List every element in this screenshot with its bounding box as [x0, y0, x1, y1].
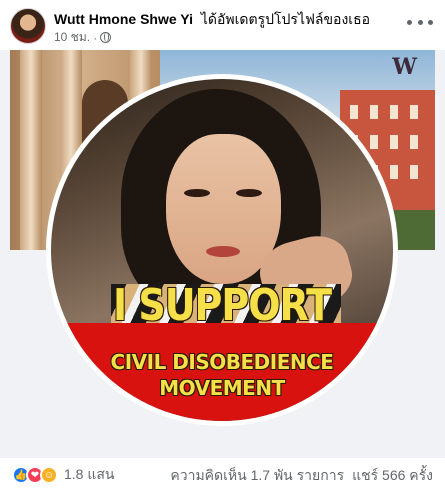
care-icon: ☺: [40, 466, 58, 484]
shares-count-link[interactable]: แชร์ 566 ครั้ง: [352, 465, 433, 487]
profile-photo-post[interactable]: W I SUPPORT CIVIL DISOBEDIENCE MOVEMENT: [0, 50, 445, 458]
comments-count-link[interactable]: ความคิดเห็น 1.7 พัน รายการ: [170, 465, 344, 487]
frame-subline-1: CIVIL DISOBEDIENCE: [110, 350, 334, 374]
profile-picture-frame: I SUPPORT CIVIL DISOBEDIENCE MOVEMENT: [46, 74, 398, 426]
author-name[interactable]: Wutt Hmone Shwe Yi: [54, 11, 193, 27]
frame-subline: CIVIL DISOBEDIENCE MOVEMENT: [51, 349, 393, 401]
frame-headline: I SUPPORT: [112, 279, 332, 331]
post-timestamp[interactable]: 10 ชม.: [54, 28, 90, 47]
reactions-summary[interactable]: 👍 ❤ ☺ 1.8 แสน: [12, 464, 115, 486]
profile-picture: I SUPPORT CIVIL DISOBEDIENCE MOVEMENT: [51, 79, 393, 421]
globe-icon[interactable]: [100, 32, 112, 43]
post-action-text: ได้อัพเดตรูปโปรไฟล์ของเธอ: [200, 11, 371, 27]
post-header: Wutt Hmone Shwe Yi ได้อัพเดตรูปโปรไฟล์ขอ…: [0, 0, 445, 50]
author-avatar[interactable]: [10, 8, 46, 44]
post-meta: 10 ชม. ·: [54, 28, 112, 47]
brand-logo: W: [392, 54, 417, 80]
more-options-icon[interactable]: [407, 14, 433, 30]
post-footer: 👍 ❤ ☺ 1.8 แสน ความคิดเห็น 1.7 พัน รายการ…: [0, 458, 445, 488]
meta-separator: ·: [93, 30, 98, 45]
frame-subline-2: MOVEMENT: [159, 376, 285, 400]
post-stats: ความคิดเห็น 1.7 พัน รายการ แชร์ 566 ครั้…: [170, 465, 433, 487]
reaction-count: 1.8 แสน: [64, 466, 115, 482]
